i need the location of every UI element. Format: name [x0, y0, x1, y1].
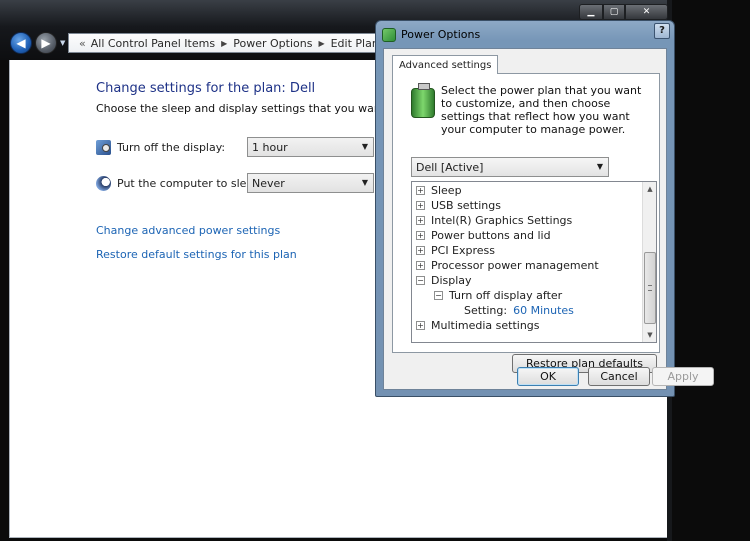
power-options-icon	[382, 28, 396, 42]
tree-row-label: Intel(R) Graphics Settings	[431, 214, 573, 227]
tree-row[interactable]: − Display	[416, 273, 642, 288]
cancel-button[interactable]: Cancel	[588, 367, 650, 386]
power-settings-tree[interactable]: + Sleep + USB settings + Intel(R) Graphics Se…	[411, 181, 657, 343]
breadcrumb-separator-icon[interactable]: ▶	[318, 39, 324, 48]
tree-row-label: Turn off display after	[449, 289, 563, 302]
advanced-settings-link[interactable]: Change advanced power settings	[96, 224, 280, 237]
tree-row-label: Sleep	[431, 184, 462, 197]
dialog-titlebar[interactable]: Power Options ?	[376, 21, 674, 48]
navigation-buttons: ◀ ▶ ▼	[10, 32, 68, 54]
sleep-timeout-select[interactable]: Never ▼	[247, 173, 374, 193]
expand-icon[interactable]: +	[416, 231, 425, 240]
dialog-body: Advanced settings Select the power plan …	[383, 48, 667, 390]
tree-row-label: Display	[431, 274, 472, 287]
tree-row[interactable]: + Multimedia settings	[416, 318, 642, 333]
tree-row-label: Multimedia settings	[431, 319, 540, 332]
power-plan-value: Dell [Active]	[416, 160, 484, 174]
scroll-thumb[interactable]	[644, 252, 656, 324]
ok-button[interactable]: OK	[517, 367, 579, 386]
recent-pages-dropdown[interactable]: ▼	[60, 39, 68, 47]
intro-text: Select the power plan that you want to c…	[441, 84, 642, 136]
tree-row[interactable]: + Sleep	[416, 183, 642, 198]
restore-defaults-link[interactable]: Restore default settings for this plan	[96, 248, 297, 261]
breadcrumb-overflow[interactable]: «	[79, 37, 86, 50]
tree-list: + Sleep + USB settings + Intel(R) Graphics Se…	[416, 183, 642, 333]
expand-icon[interactable]: +	[416, 216, 425, 225]
caption-buttons: ▁ ▢ ✕	[579, 4, 668, 20]
scroll-down-icon[interactable]: ▼	[644, 329, 656, 341]
arrow-right-icon: ▶	[41, 36, 51, 50]
tree-row[interactable]: + PCI Express	[416, 243, 642, 258]
tree-scrollbar[interactable]: ▲ ▼	[642, 182, 656, 342]
chevron-down-icon: ▼	[361, 178, 368, 187]
tree-row[interactable]: + Intel(R) Graphics Settings	[416, 213, 642, 228]
chevron-down-icon: ▼	[361, 142, 368, 151]
display-setting-row: Turn off the display:	[96, 137, 247, 157]
display-timeout-select[interactable]: 1 hour ▼	[247, 137, 374, 157]
power-plan-select[interactable]: Dell [Active] ▼	[411, 157, 609, 177]
breadcrumb-item[interactable]: Edit Plan Settings	[331, 37, 377, 50]
collapse-icon[interactable]: −	[416, 276, 425, 285]
maximize-button[interactable]: ▢	[603, 4, 625, 20]
tree-row[interactable]: + USB settings	[416, 198, 642, 213]
expand-icon[interactable]: +	[416, 186, 425, 195]
breadcrumb-separator-icon[interactable]: ▶	[221, 39, 227, 48]
tree-row[interactable]: + Processor power management	[416, 258, 642, 273]
breadcrumb-item[interactable]: All Control Panel Items	[91, 37, 215, 50]
advanced-settings-panel: Select the power plan that you want to c…	[392, 73, 660, 373]
arrow-left-icon: ◀	[16, 36, 26, 50]
power-options-dialog: Power Options ? Advanced settings Select…	[375, 20, 714, 397]
collapse-icon[interactable]: −	[434, 291, 443, 300]
expand-icon[interactable]: +	[416, 201, 425, 210]
tree-row-label: Setting:	[464, 304, 508, 317]
forward-button[interactable]: ▶	[35, 32, 57, 54]
grip-icon	[648, 285, 652, 291]
tree-row[interactable]: − Turn off display after	[416, 288, 642, 303]
back-button[interactable]: ◀	[10, 32, 32, 54]
scroll-up-icon[interactable]: ▲	[644, 183, 656, 195]
help-button[interactable]: ?	[654, 23, 670, 39]
expand-icon[interactable]: +	[416, 246, 425, 255]
display-timer-icon	[96, 139, 111, 155]
tree-row[interactable]: + Power buttons and lid	[416, 228, 642, 243]
moon-icon	[96, 175, 111, 191]
display-setting-label: Turn off the display:	[117, 140, 226, 154]
display-timeout-value: 1 hour	[252, 140, 288, 154]
setting-value-link[interactable]: 60 Minutes	[513, 304, 574, 317]
tree-row[interactable]: Setting: 60 Minutes	[416, 303, 642, 318]
page-title: Change settings for the plan: Dell	[96, 81, 316, 96]
close-button[interactable]: ✕	[625, 4, 668, 20]
tree-row-label: Power buttons and lid	[431, 229, 551, 242]
expand-icon[interactable]: +	[416, 261, 425, 270]
dialog-title: Power Options	[401, 28, 481, 41]
tree-row-label: PCI Express	[431, 244, 496, 257]
chevron-down-icon: ▼	[596, 162, 603, 171]
chevron-down-icon: ▼	[60, 39, 66, 47]
minimize-button[interactable]: ▁	[579, 4, 603, 20]
apply-button[interactable]: Apply	[652, 367, 714, 386]
sleep-timeout-value: Never	[252, 176, 285, 190]
breadcrumb-item[interactable]: Power Options	[233, 37, 312, 50]
expand-icon[interactable]: +	[416, 321, 425, 330]
sleep-setting-label: Put the computer to sleep:	[117, 176, 264, 190]
tab-advanced-settings[interactable]: Advanced settings	[392, 55, 499, 74]
tree-row-label: Processor power management	[431, 259, 599, 272]
tree-row-label: USB settings	[431, 199, 501, 212]
battery-icon	[411, 83, 435, 118]
address-bar[interactable]: « All Control Panel Items ▶ Power Option…	[68, 33, 378, 53]
sleep-setting-row: Put the computer to sleep:	[96, 173, 264, 193]
